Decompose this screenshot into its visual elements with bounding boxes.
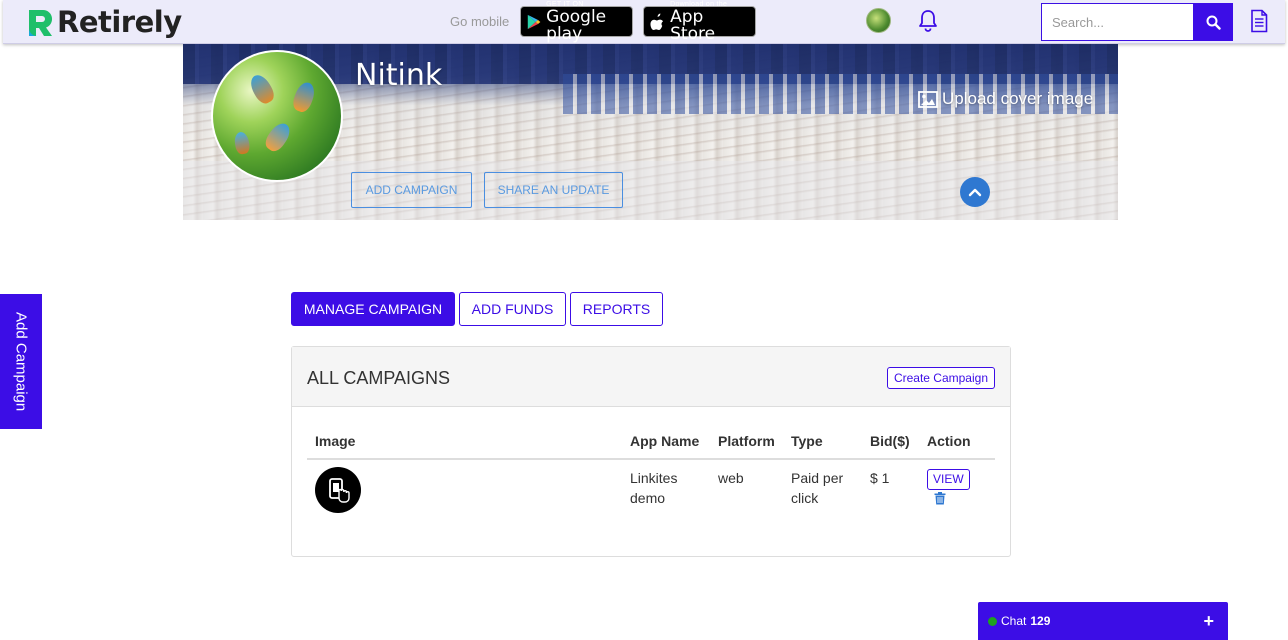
chat-count: 129 [1030, 614, 1051, 628]
view-button[interactable]: VIEW [927, 468, 970, 490]
profile-picture-detail [262, 119, 294, 155]
column-header-bid: Bid($) [862, 423, 919, 460]
search-button[interactable] [1193, 3, 1233, 41]
chat-expand-button[interactable]: + [1203, 611, 1214, 632]
profile-picture-detail [246, 71, 278, 107]
profile-picture[interactable] [211, 50, 343, 182]
cell-image [307, 459, 622, 521]
image-icon [918, 90, 938, 108]
brand-name: Retirely [57, 5, 182, 39]
google-play-main: Google play [546, 6, 607, 44]
mobile-tap-icon [329, 478, 350, 503]
search-icon [1206, 15, 1221, 30]
add-campaign-button[interactable]: ADD CAMPAIGN [351, 172, 472, 208]
trash-icon[interactable] [934, 491, 946, 505]
cell-app-name: Linkites demo [630, 470, 678, 506]
tab-add-funds[interactable]: ADD FUNDS [459, 292, 566, 326]
add-campaign-side-tab[interactable]: Add Campaign [0, 294, 42, 429]
chat-bar[interactable]: Chat 129 + [978, 602, 1228, 640]
column-header-action: Action [919, 423, 995, 460]
google-play-icon [527, 14, 541, 29]
tab-reports[interactable]: REPORTS [570, 292, 663, 326]
campaigns-panel-header: ALL CAMPAIGNS Create Campaign [292, 347, 1010, 407]
profile-name: Nitink [355, 58, 443, 93]
retirely-logo-icon [29, 9, 53, 36]
profile-picture-detail [290, 79, 318, 115]
chevron-up-icon [968, 188, 982, 197]
side-tab-label: Add Campaign [12, 311, 30, 412]
search-input[interactable] [1041, 3, 1193, 41]
go-mobile-label: Go mobile [450, 14, 510, 29]
table-row: Linkites demo web Paid per click $ 1 VIE… [307, 459, 995, 521]
column-header-app-name: App Name [622, 423, 710, 460]
upload-cover-label: Upload cover image [942, 89, 1094, 108]
google-play-button[interactable]: GET IT ON Google play [520, 1, 633, 42]
create-campaign-button[interactable]: Create Campaign [886, 367, 995, 389]
campaigns-panel: ALL CAMPAIGNS Create Campaign Image App … [291, 346, 1011, 557]
collapse-cover-button[interactable] [960, 177, 990, 207]
campaigns-table: Image App Name Platform Type Bid($) Acti… [307, 423, 995, 521]
online-status-icon [988, 616, 997, 626]
document-icon[interactable] [1249, 9, 1269, 33]
top-navbar: Retirely Go mobile GET IT ON Google play… [3, 0, 1285, 44]
column-header-image: Image [307, 423, 622, 460]
cover-image: Nitink Upload cover image ADD CAMPAIGN S… [183, 44, 1118, 220]
user-avatar[interactable] [866, 8, 891, 33]
table-header-row: Image App Name Platform Type Bid($) Acti… [307, 423, 995, 460]
brand-logo[interactable]: Retirely [25, 4, 182, 40]
upload-cover-button[interactable]: Upload cover image [918, 89, 1093, 109]
share-update-button[interactable]: SHARE AN UPDATE [484, 172, 623, 208]
app-store-main: App Store [670, 6, 716, 44]
cell-bid: $ 1 [870, 470, 890, 486]
cell-type: Paid per click [791, 470, 844, 506]
campaign-app-image[interactable] [315, 467, 361, 513]
profile-picture-detail [233, 130, 251, 156]
apple-icon [650, 13, 664, 30]
tab-manage-campaign[interactable]: MANAGE CAMPAIGN [291, 292, 455, 326]
campaigns-title: ALL CAMPAIGNS [307, 368, 451, 388]
cell-action: VIEW [919, 459, 995, 521]
search-bar [1041, 3, 1233, 41]
column-header-type: Type [783, 423, 862, 460]
column-header-platform: Platform [710, 423, 783, 460]
chat-label: Chat [1001, 614, 1027, 628]
cell-platform: web [718, 470, 744, 486]
app-store-button[interactable]: Download on the App Store [643, 1, 756, 42]
bell-icon[interactable] [917, 9, 939, 33]
